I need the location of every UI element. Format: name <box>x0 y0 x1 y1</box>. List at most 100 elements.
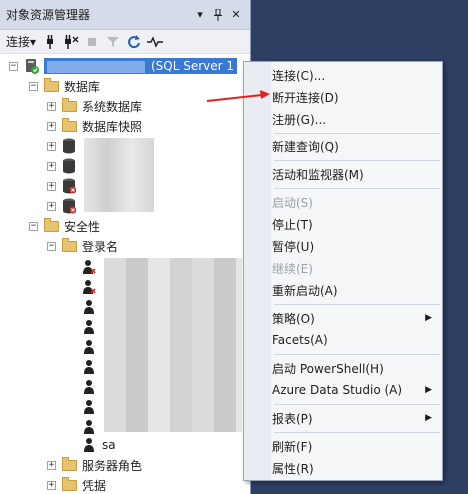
menu-item-properties[interactable]: 属性(R) <box>272 458 442 478</box>
menu-item-new-query[interactable]: 新建查询(Q) <box>272 136 442 156</box>
object-explorer-tree: − (SQL Server 1 − 数据库 + 系统数据库 + 数据库快照 + <box>0 54 250 494</box>
user-icon <box>82 319 96 335</box>
filter-icon[interactable] <box>104 32 122 52</box>
node-label: 系统数据库 <box>82 99 143 114</box>
tree-node-logins[interactable]: − 登录名 <box>47 236 118 256</box>
menu-item-resume[interactable]: 继续(E) <box>272 258 442 278</box>
menu-item-restart[interactable]: 重新启动(A) <box>272 280 442 300</box>
node-label: 数据库快照 <box>82 119 143 134</box>
menu-item-stop[interactable]: 停止(T) <box>272 214 442 234</box>
connect-button[interactable]: 连接▾ <box>4 32 38 52</box>
database-offline-icon <box>62 198 77 214</box>
menu-item-powershell[interactable]: 启动 PowerShell(H) <box>272 358 442 378</box>
menu-item-refresh[interactable]: 刷新(F) <box>272 436 442 456</box>
tree-node-database[interactable]: + <box>47 136 81 156</box>
menu-separator <box>274 432 440 433</box>
tree-node-snapshots[interactable]: + 数据库快照 <box>47 116 142 136</box>
tree-node-database[interactable]: + <box>47 156 81 176</box>
collapse-toggle[interactable]: − <box>47 241 56 251</box>
menu-separator <box>274 133 440 134</box>
expand-toggle[interactable]: + <box>47 121 56 131</box>
submenu-arrow-icon: ▶ <box>425 313 432 323</box>
expand-toggle[interactable]: + <box>47 201 56 211</box>
tree-node-login[interactable] <box>82 337 102 357</box>
menu-separator <box>274 404 440 405</box>
disconnect-plug-icon[interactable] <box>62 32 80 52</box>
user-icon <box>82 339 96 355</box>
tree-node-login[interactable] <box>82 417 102 437</box>
collapse-toggle[interactable]: − <box>29 81 38 91</box>
tree-node-login-sa[interactable]: sa <box>82 435 116 455</box>
activity-monitor-icon[interactable] <box>146 32 164 52</box>
node-label: 登录名 <box>82 239 119 254</box>
node-label: 凭据 <box>82 478 107 493</box>
user-icon <box>82 437 96 453</box>
menu-icon-gutter <box>244 62 271 480</box>
menu-item-label: 断开连接(D) <box>272 90 339 105</box>
obscured-login-names <box>104 258 242 432</box>
database-icon <box>62 158 76 174</box>
dropdown-icon[interactable]: ▾ <box>192 7 208 23</box>
collapse-toggle[interactable]: − <box>29 221 38 231</box>
user-icon <box>82 419 96 435</box>
folder-icon <box>62 476 77 491</box>
menu-item-reports[interactable]: 报表(P) ▶ <box>272 408 442 428</box>
user-disabled-icon <box>82 279 96 295</box>
refresh-icon[interactable] <box>125 32 143 52</box>
tree-node-database[interactable]: + <box>47 176 81 196</box>
expand-toggle[interactable]: + <box>47 141 56 151</box>
user-disabled-icon <box>82 259 96 275</box>
close-icon[interactable]: ✕ <box>228 7 244 23</box>
pin-icon[interactable] <box>210 7 226 23</box>
panel-toolbar: 连接▾ <box>0 30 250 54</box>
obscured-database-names <box>84 138 154 212</box>
connect-plug-icon[interactable] <box>41 32 59 52</box>
tree-node-login[interactable] <box>82 297 102 317</box>
tree-node-server-roles[interactable]: + 服务器角色 <box>47 455 142 475</box>
tree-node-login[interactable] <box>82 317 102 337</box>
menu-item-start[interactable]: 启动(S) <box>272 192 442 212</box>
submenu-arrow-icon: ▶ <box>425 385 432 395</box>
collapse-toggle[interactable]: − <box>9 61 18 71</box>
user-icon <box>82 359 96 375</box>
tree-node-login[interactable] <box>82 377 102 397</box>
tree-node-databases[interactable]: − 数据库 <box>29 76 100 96</box>
menu-item-disconnect[interactable]: 断开连接(D) <box>272 87 442 107</box>
user-icon <box>82 299 96 315</box>
menu-separator <box>274 304 440 305</box>
tree-node-login-disabled[interactable] <box>82 277 102 297</box>
folder-icon <box>44 77 59 92</box>
tree-node-security[interactable]: − 安全性 <box>29 216 100 236</box>
menu-item-label: 新建查询(Q) <box>272 139 339 154</box>
tree-node-database[interactable]: + <box>47 196 81 216</box>
folder-icon <box>62 456 77 471</box>
menu-item-azure-data-studio[interactable]: Azure Data Studio (A) ▶ <box>272 380 442 400</box>
expand-toggle[interactable]: + <box>47 480 56 490</box>
tree-node-login-disabled[interactable] <box>82 257 102 277</box>
menu-item-activity-monitor[interactable]: 活动和监视器(M) <box>272 164 442 184</box>
tree-node-system-databases[interactable]: + 系统数据库 <box>47 96 142 116</box>
menu-item-pause[interactable]: 暂停(U) <box>272 236 442 256</box>
menu-item-label: 报表(P) <box>272 411 313 426</box>
tree-node-login[interactable] <box>82 357 102 377</box>
menu-separator <box>274 354 440 355</box>
menu-item-policies[interactable]: 策略(O) ▶ <box>272 308 442 328</box>
expand-toggle[interactable]: + <box>47 181 56 191</box>
stop-icon[interactable] <box>83 32 101 52</box>
menu-item-connect[interactable]: 连接(C)... <box>272 65 442 85</box>
expand-toggle[interactable]: + <box>47 101 56 111</box>
expand-toggle[interactable]: + <box>47 460 56 470</box>
menu-item-label: 启动(S) <box>272 195 313 210</box>
expand-toggle[interactable]: + <box>47 161 56 171</box>
menu-item-label: 活动和监视器(M) <box>272 167 364 182</box>
user-icon <box>82 379 96 395</box>
menu-item-register[interactable]: 注册(G)... <box>272 109 442 129</box>
object-explorer-panel: 对象资源管理器 ▾ ✕ 连接▾ − (SQL Server 1 − 数据库 + … <box>0 0 251 494</box>
panel-title: 对象资源管理器 <box>6 8 91 22</box>
tree-node-server[interactable]: − (SQL Server 1 <box>9 56 238 76</box>
tree-node-credentials[interactable]: + 凭据 <box>47 475 106 494</box>
menu-item-facets[interactable]: Facets(A) <box>272 330 442 350</box>
tree-node-login[interactable] <box>82 397 102 417</box>
folder-icon <box>62 117 77 132</box>
menu-item-label: Facets(A) <box>272 333 328 347</box>
